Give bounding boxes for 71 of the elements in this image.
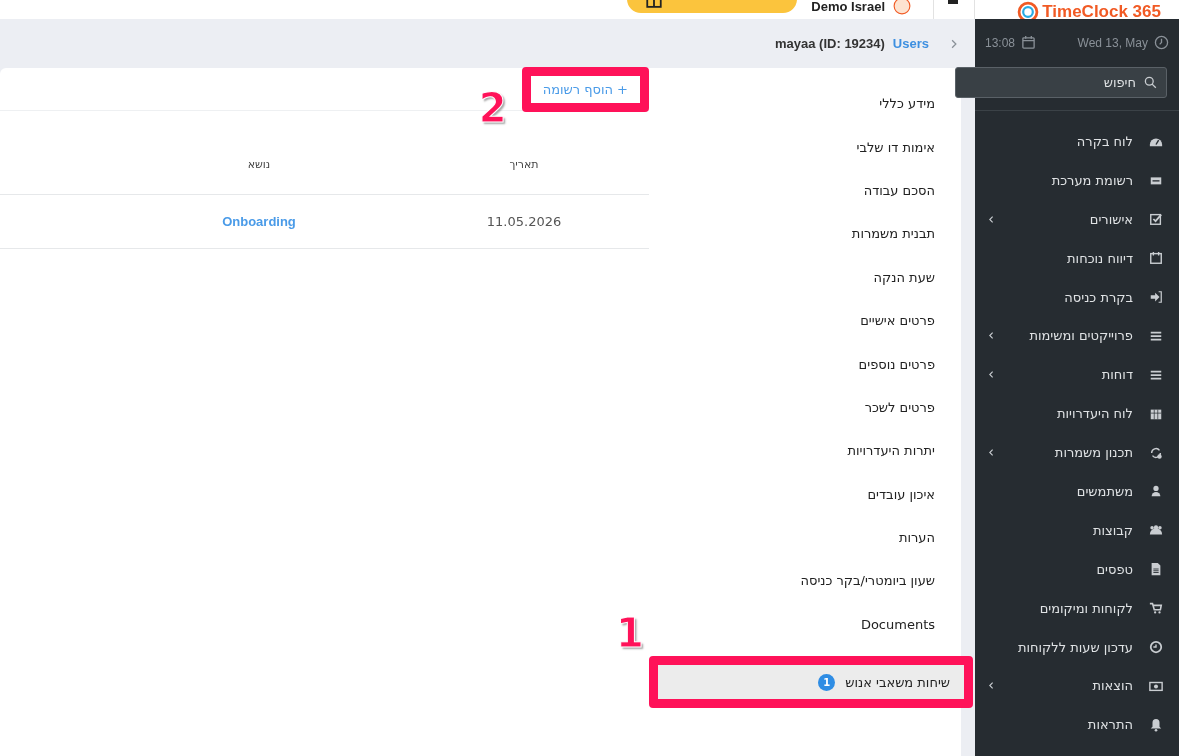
tab[interactable]: שעון ביומטרי/בקר כניסה [659,559,949,603]
menu-label: הוצאות [1091,678,1133,694]
search-field[interactable]: חיפוש [955,67,1167,98]
menu-label: משתמשים [1075,483,1133,499]
refresh-icon [1149,445,1163,460]
tab[interactable]: פרטים נוספים [659,342,949,386]
tab[interactable]: תבנית משמרות [659,212,949,256]
menu-label: לקוחות ומיקומים [1038,600,1133,616]
menu-item[interactable]: משתמשים [975,472,1179,511]
menu-label: אישורים [1088,211,1133,227]
date-text: Wed 13, May [1077,35,1148,50]
menu-item[interactable]: לקוחות ומיקומים [975,588,1179,628]
menu-item[interactable]: התראות [975,705,1179,745]
tab[interactable]: אימות דו שלבי [659,125,949,169]
menu-item[interactable]: דוחות [975,355,1179,395]
menu-item[interactable]: בקרת כניסה [975,277,1179,317]
bell-icon [1149,717,1163,732]
chevron-icon [949,38,959,49]
menu-label: פרוייקטים ומשימות [1028,328,1133,344]
column-header: נושא [246,158,272,171]
calendar-icon [1149,251,1163,266]
menu-label: רשומת מערכת [1050,172,1133,188]
menu-item[interactable]: טפסים [975,549,1179,589]
count-badge: 1 [818,673,836,691]
menu-label: לוח היעדרויות [1055,406,1133,422]
menu-item[interactable]: עדכון שעות ללקוחות [975,627,1179,667]
menu-label: בקרת כניסה [1063,289,1133,305]
callout-number: 2 [478,87,507,128]
tab[interactable]: יתרות היעדרויות [659,429,949,473]
menu-item[interactable]: הוצאות [975,666,1179,706]
account-name[interactable]: Demo Israel [811,0,885,14]
document-icon [1149,562,1163,577]
menu-item[interactable]: לוח בקרה [975,122,1179,161]
menu-label: קבוצות [1091,522,1133,538]
user-icon [1149,484,1163,499]
breadcrumb-current: mayaa (ID: 19234) [775,36,885,51]
callout-number: 1 [616,613,644,654]
logo-text: TimeClock 365 [1042,2,1161,19]
menu-label: התראות [1086,717,1133,733]
menu-item[interactable]: תכנון משמרות [975,433,1179,472]
menu-label: טפסים [1095,561,1133,577]
clock-icon [1149,640,1163,654]
tab[interactable]: הסכם עבודה [659,168,949,213]
avatar-icon [893,0,911,15]
column-header: תאריך [508,158,540,171]
calendar-icon [1021,35,1037,50]
menu-label: לוח בקרה [1075,133,1133,149]
menu-item[interactable]: קבוצות [975,510,1179,550]
tab[interactable]: Documents [659,602,949,647]
menu-item[interactable]: פרוייקטים ומשימות [975,316,1179,356]
tab[interactable]: פרטים לשכר [659,385,949,430]
sign-in-icon [1149,290,1163,304]
tab[interactable]: שעת הנקה [659,255,949,299]
clock-icon [1154,35,1169,50]
menu-item[interactable]: לוח היעדרויות [975,394,1179,434]
menu-item[interactable]: דיווח נוכחות [975,238,1179,278]
tab[interactable]: איכון עובדים [659,472,949,516]
menu-item[interactable]: אישורים [975,199,1179,239]
logo-icon [1017,1,1040,19]
tab[interactable]: מידע כללי [659,82,949,126]
tab[interactable]: הערות [659,515,949,560]
checkbox-icon [1149,212,1163,227]
time-text: 13:08 [985,35,1016,50]
menu-label: תכנון משמרות [1053,445,1133,461]
menu-label: עדכון שעות ללקוחות [1017,639,1133,655]
cart-icon [1149,601,1163,616]
tab[interactable]: פרטים אישיים [659,298,949,343]
menu-label: דוחות [1100,367,1133,383]
table-cell-text: 11.05.2026 [485,214,563,229]
menu-label: דיווח נוכחות [1066,250,1133,266]
menu-item[interactable]: רשומת מערכת [975,160,1179,200]
